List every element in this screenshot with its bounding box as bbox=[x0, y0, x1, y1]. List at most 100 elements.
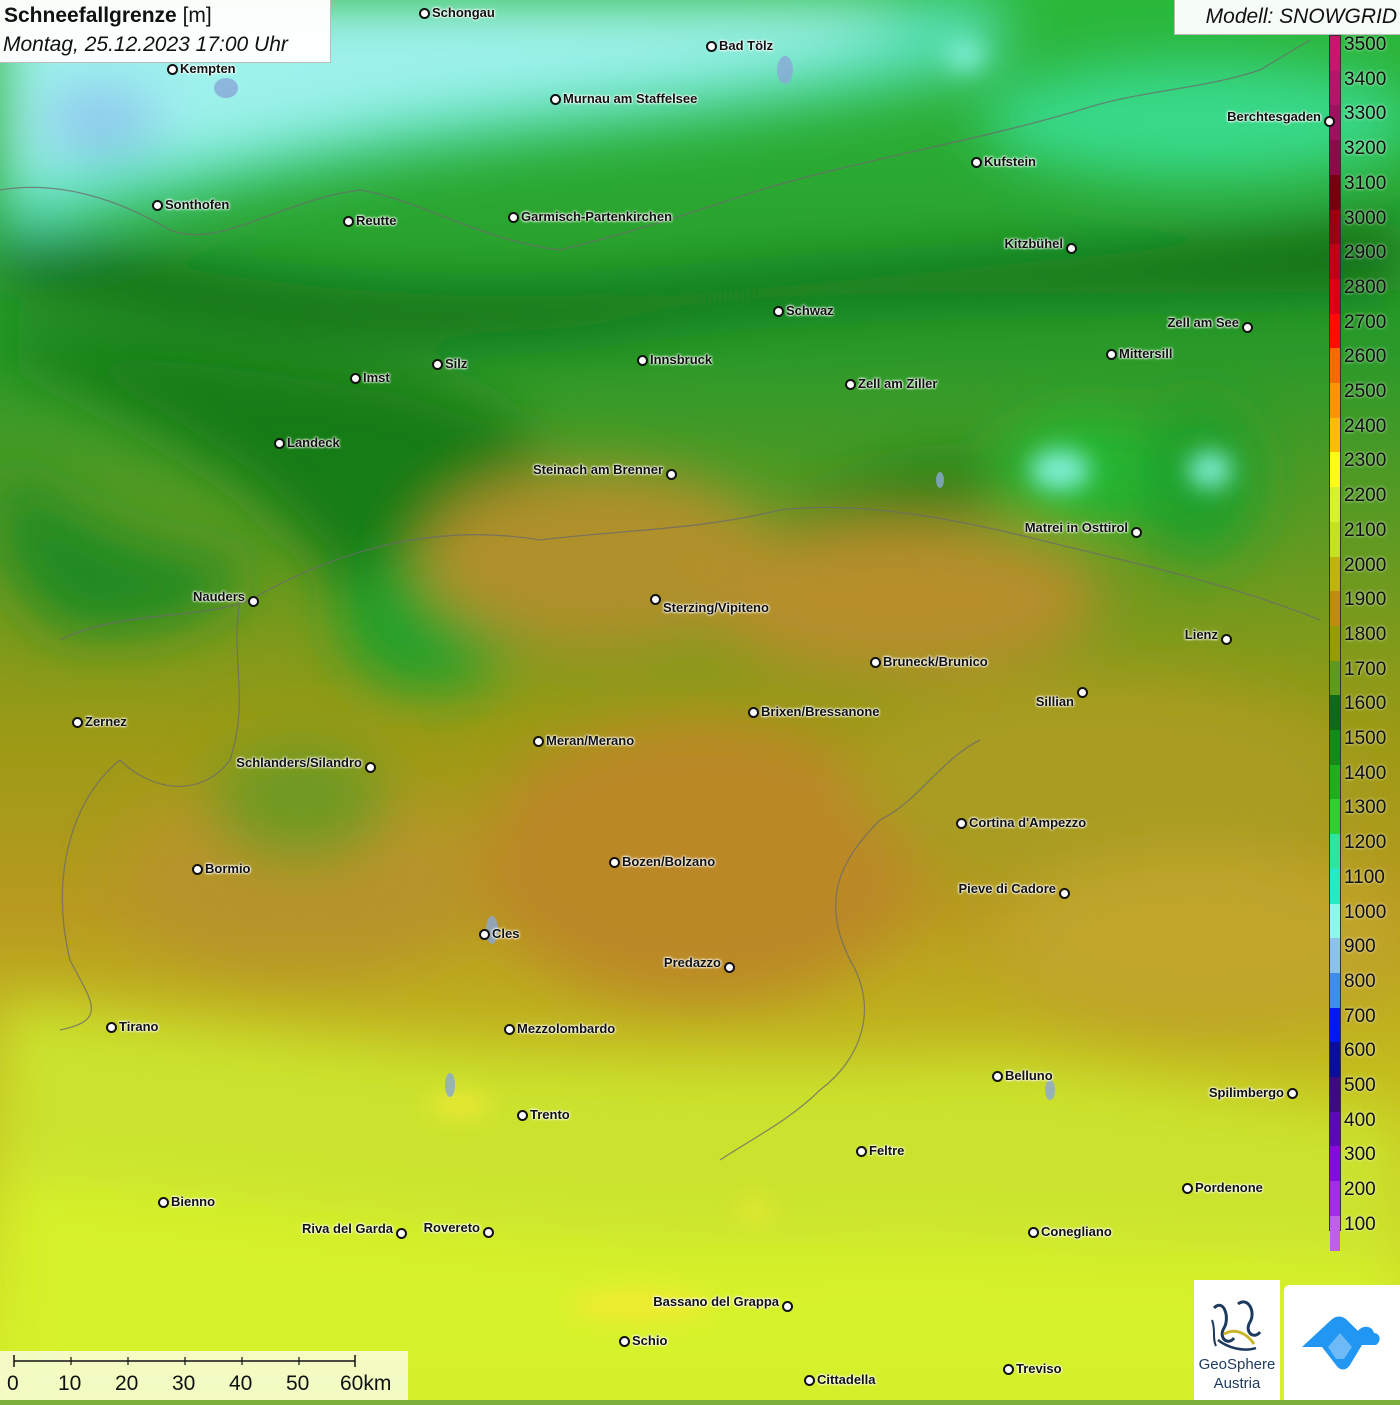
legend-swatch bbox=[1330, 70, 1340, 106]
legend-label: 800 bbox=[1344, 970, 1376, 992]
legend-swatch bbox=[1330, 591, 1340, 627]
city-label: Brixen/Bressanone bbox=[761, 704, 880, 719]
legend-label: 2300 bbox=[1344, 450, 1387, 472]
legend-swatch bbox=[1330, 1215, 1340, 1251]
city-dot-icon bbox=[248, 596, 259, 607]
city-dot-icon bbox=[845, 379, 856, 390]
legend-label: 2600 bbox=[1344, 346, 1387, 368]
scale-label: 50 bbox=[286, 1372, 310, 1395]
legend-swatch bbox=[1330, 417, 1340, 453]
city-dot-icon bbox=[1059, 888, 1070, 899]
city-label: Bozen/Bolzano bbox=[622, 854, 716, 869]
city-dot-icon bbox=[748, 707, 759, 718]
city-label: Predazzo bbox=[663, 955, 721, 970]
map-title-box: Schneefallgrenze [m] Montag, 25.12.2023 … bbox=[0, 0, 331, 63]
city-dot-icon bbox=[483, 1227, 494, 1238]
legend-swatch bbox=[1330, 383, 1340, 419]
city-label: Feltre bbox=[869, 1143, 905, 1158]
city-dot-icon bbox=[992, 1071, 1003, 1082]
city-label: Cittadella bbox=[817, 1372, 876, 1387]
legend-swatch bbox=[1330, 834, 1340, 870]
city-dot-icon bbox=[1106, 349, 1117, 360]
city-dot-icon bbox=[650, 594, 661, 605]
legend-label: 1100 bbox=[1344, 866, 1385, 888]
city-dot-icon bbox=[517, 1110, 528, 1121]
city-label: Lienz bbox=[1184, 627, 1218, 642]
city-dot-icon bbox=[1287, 1088, 1298, 1099]
map-timestamp: Montag, 25.12.2023 17:00 Uhr bbox=[3, 33, 288, 56]
city-label: Berchtesgaden bbox=[1227, 109, 1321, 124]
city-dot-icon bbox=[804, 1375, 815, 1386]
city-dot-icon bbox=[637, 355, 648, 366]
city-dot-icon bbox=[724, 962, 735, 973]
legend-label: 3100 bbox=[1344, 172, 1387, 194]
city-dot-icon bbox=[706, 41, 717, 52]
legend-label: 2500 bbox=[1344, 381, 1387, 402]
scale-bar: 0 10 20 30 40 50 60km bbox=[0, 1351, 408, 1400]
legend-swatch bbox=[1330, 140, 1340, 176]
city-label: Pordenone bbox=[1195, 1180, 1263, 1195]
scale-ruler bbox=[13, 1355, 356, 1367]
geosphere-austria-logo[interactable]: GeoSphere Austria bbox=[1194, 1280, 1280, 1400]
legend-label: 400 bbox=[1344, 1109, 1376, 1131]
map-title-label: Schneefallgrenze bbox=[4, 4, 177, 27]
legend-swatch bbox=[1330, 1146, 1340, 1182]
city-label: Sillian bbox=[1035, 694, 1074, 709]
city-dot-icon bbox=[396, 1228, 407, 1239]
city-dot-icon bbox=[350, 373, 361, 384]
scale-label: 30 bbox=[172, 1372, 196, 1395]
legend-swatch bbox=[1330, 1077, 1340, 1113]
city-label: Schlanders/Silandro bbox=[236, 755, 362, 770]
city-label: Mezzolombardo bbox=[517, 1021, 616, 1036]
legend-swatch bbox=[1330, 521, 1340, 557]
city-label: Rovereto bbox=[423, 1220, 480, 1235]
legend-label: 2200 bbox=[1344, 485, 1387, 507]
legend-label: 1200 bbox=[1344, 832, 1387, 854]
app-logo[interactable] bbox=[1284, 1285, 1400, 1400]
legend-swatch bbox=[1330, 174, 1340, 210]
model-box: Modell: SNOWGRID bbox=[1174, 0, 1400, 35]
city-dot-icon bbox=[419, 8, 430, 19]
legend-swatch bbox=[1330, 1007, 1340, 1043]
legend-label: 2400 bbox=[1344, 415, 1387, 437]
legend-swatch bbox=[1330, 1111, 1340, 1147]
city-dot-icon bbox=[152, 200, 163, 211]
legend-label: 100 bbox=[1344, 1213, 1376, 1235]
city-dot-icon bbox=[1077, 687, 1088, 698]
color-legend: 3500 3400 3300 3200 3100 3000 2900 2800 2700 2600… bbox=[1329, 34, 1400, 1251]
city-dot-icon bbox=[1242, 322, 1253, 333]
city-label: Tirano bbox=[119, 1019, 159, 1034]
city-label: Zell am See bbox=[1167, 315, 1239, 330]
geosphere-name: GeoSphere bbox=[1198, 1356, 1276, 1373]
city-dot-icon bbox=[1066, 243, 1077, 254]
city-label: Kufstein bbox=[984, 154, 1036, 169]
legend-swatch bbox=[1330, 556, 1340, 592]
legend-label: 900 bbox=[1344, 936, 1376, 958]
city-label: Treviso bbox=[1016, 1361, 1062, 1376]
legend-swatch bbox=[1330, 244, 1340, 280]
city-dot-icon bbox=[432, 359, 443, 370]
city-dot-icon bbox=[550, 94, 561, 105]
city-label: Bassano del Grappa bbox=[653, 1294, 779, 1309]
scale-label: 20 bbox=[115, 1372, 139, 1395]
legend-label: 2900 bbox=[1344, 242, 1387, 264]
legend-label: 1600 bbox=[1344, 693, 1387, 715]
legend-swatch bbox=[1330, 36, 1340, 72]
city-label: Cles bbox=[492, 926, 520, 941]
city-label: Murnau am Staffelsee bbox=[563, 91, 698, 106]
legend-swatch bbox=[1330, 938, 1340, 974]
city-dot-icon bbox=[782, 1301, 793, 1312]
city-label: Garmisch-Partenkirchen bbox=[521, 209, 673, 224]
city-dot-icon bbox=[1324, 116, 1335, 127]
legend-swatch bbox=[1330, 625, 1340, 662]
legend-label: 1300 bbox=[1344, 797, 1387, 819]
geosphere-country: Austria bbox=[1213, 1375, 1261, 1392]
map-title: Schneefallgrenze [m] bbox=[4, 4, 212, 28]
city-dot-icon bbox=[72, 717, 83, 728]
city-dot-icon bbox=[870, 657, 881, 668]
legend-label: 3500 bbox=[1344, 34, 1387, 55]
city-dot-icon bbox=[1182, 1183, 1193, 1194]
city-label: Meran/Merano bbox=[546, 733, 635, 748]
city-label: Nauders bbox=[192, 589, 245, 604]
city-label: Bienno bbox=[171, 1194, 216, 1209]
